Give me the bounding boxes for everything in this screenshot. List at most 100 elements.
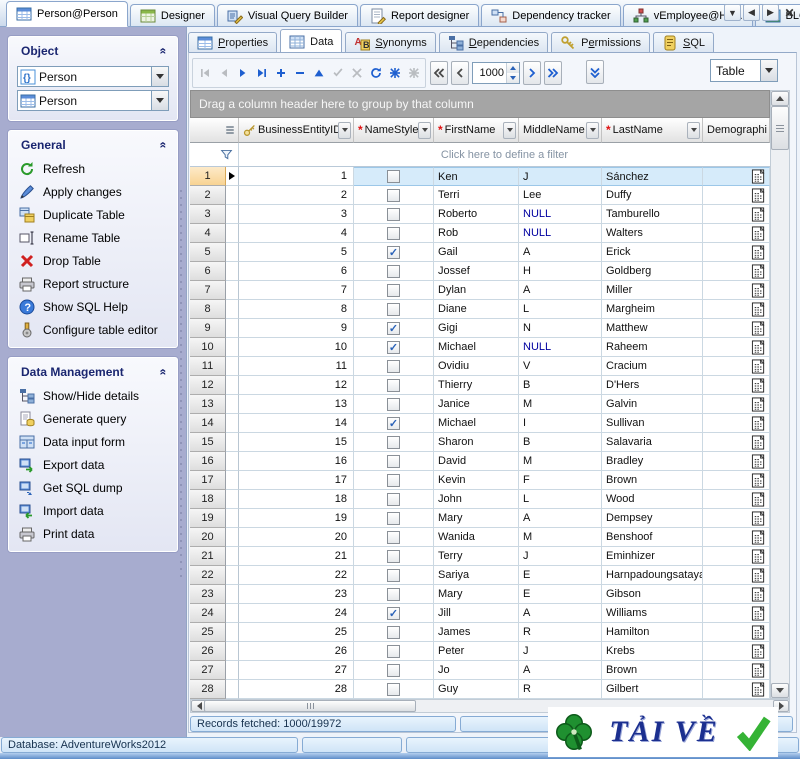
cell-lastname[interactable]: Hamilton <box>602 623 703 642</box>
cell-namestyle[interactable]: ✓ <box>354 414 434 433</box>
row-number-cell[interactable]: 12 <box>190 376 226 395</box>
blob-document-icon[interactable] <box>751 359 766 374</box>
chevron-down-icon[interactable] <box>151 91 168 110</box>
spin-down-button[interactable] <box>507 73 519 83</box>
column-header-lastname[interactable]: *LastName <box>602 118 703 143</box>
sidebar-item-rename-table[interactable]: Rename Table <box>9 226 177 249</box>
blob-document-icon[interactable] <box>751 663 766 678</box>
window-tab-report-designer[interactable]: Report designer <box>360 4 479 26</box>
table-row[interactable]: 2121TerryJEminhizer <box>190 547 770 566</box>
blob-document-icon[interactable] <box>751 454 766 469</box>
cell-middlename[interactable]: A <box>519 661 602 680</box>
sidebar-item-apply-changes[interactable]: Apply changes <box>9 180 177 203</box>
cell-middlename[interactable]: E <box>519 566 602 585</box>
table-row[interactable]: 1212ThierryBD'Hers <box>190 376 770 395</box>
cell-demographics[interactable] <box>703 167 770 186</box>
cell-lastname[interactable]: Raheem <box>602 338 703 357</box>
blob-document-icon[interactable] <box>751 283 766 298</box>
namestyle-checkbox[interactable] <box>387 664 400 677</box>
cell-lastname[interactable]: Erick <box>602 243 703 262</box>
cell-businessentityid[interactable]: 15 <box>239 433 354 452</box>
row-number-cell[interactable]: 18 <box>190 490 226 509</box>
cell-namestyle[interactable] <box>354 205 434 224</box>
table-row[interactable]: 99✓GigiNMatthew <box>190 319 770 338</box>
cell-lastname[interactable]: Bradley <box>602 452 703 471</box>
cell-firstname[interactable]: Thierry <box>434 376 519 395</box>
table-row[interactable]: 55✓GailAErick <box>190 243 770 262</box>
namestyle-checkbox[interactable]: ✓ <box>387 341 400 354</box>
blob-document-icon[interactable] <box>751 568 766 583</box>
sidebar-item-data-input-form[interactable]: Data input form <box>9 430 177 453</box>
row-number-cell[interactable]: 2 <box>190 186 226 205</box>
object-panel-header[interactable]: Object « <box>9 37 177 63</box>
collapse-icon[interactable]: « <box>157 48 171 55</box>
cell-firstname[interactable]: Rob <box>434 224 519 243</box>
edit-record-button[interactable] <box>309 61 328 85</box>
cell-demographics[interactable] <box>703 623 770 642</box>
row-number-cell[interactable]: 3 <box>190 205 226 224</box>
cell-lastname[interactable]: Goldberg <box>602 262 703 281</box>
row-number-cell[interactable]: 11 <box>190 357 226 376</box>
cell-lastname[interactable]: Williams <box>602 604 703 623</box>
cell-namestyle[interactable] <box>354 433 434 452</box>
cell-demographics[interactable] <box>703 224 770 243</box>
cell-businessentityid[interactable]: 4 <box>239 224 354 243</box>
blob-document-icon[interactable] <box>751 682 766 697</box>
cell-businessentityid[interactable]: 26 <box>239 642 354 661</box>
column-header-middlename[interactable]: MiddleName <box>519 118 602 143</box>
cell-firstname[interactable]: Kevin <box>434 471 519 490</box>
cell-namestyle[interactable] <box>354 262 434 281</box>
namestyle-checkbox[interactable] <box>387 436 400 449</box>
next-record-button[interactable] <box>233 61 252 85</box>
cell-firstname[interactable]: Wanida <box>434 528 519 547</box>
namestyle-checkbox[interactable]: ✓ <box>387 417 400 430</box>
cancel-edit-button[interactable] <box>347 61 366 85</box>
namestyle-checkbox[interactable] <box>387 474 400 487</box>
sidebar-item-show-hide-details[interactable]: Show/Hide details <box>9 384 177 407</box>
blob-document-icon[interactable] <box>751 530 766 545</box>
cell-demographics[interactable] <box>703 205 770 224</box>
window-tab-visual-query-builder[interactable]: Visual Query Builder <box>217 4 358 26</box>
cell-namestyle[interactable] <box>354 376 434 395</box>
grid-corner-cell[interactable] <box>190 118 239 143</box>
namestyle-checkbox[interactable] <box>387 531 400 544</box>
row-number-cell[interactable]: 24 <box>190 604 226 623</box>
namestyle-checkbox[interactable] <box>387 493 400 506</box>
cell-firstname[interactable]: Jill <box>434 604 519 623</box>
insert-record-button[interactable] <box>271 61 290 85</box>
filter-icon[interactable] <box>220 148 233 161</box>
cell-lastname[interactable]: Harnpadoungsataya <box>602 566 703 585</box>
last-block-button[interactable] <box>544 61 562 85</box>
cell-businessentityid[interactable]: 2 <box>239 186 354 205</box>
vertical-scrollbar-thumb[interactable] <box>771 106 789 150</box>
cell-middlename[interactable]: A <box>519 281 602 300</box>
namestyle-checkbox[interactable] <box>387 626 400 639</box>
sidebar-item-refresh[interactable]: Refresh <box>9 157 177 180</box>
scroll-tabs-right-button[interactable]: ▶ <box>762 4 779 21</box>
table-row[interactable]: 33RobertoNULLTamburello <box>190 205 770 224</box>
row-number-cell[interactable]: 23 <box>190 585 226 604</box>
cell-firstname[interactable]: Mary <box>434 509 519 528</box>
row-number-cell[interactable]: 19 <box>190 509 226 528</box>
cell-middlename[interactable]: A <box>519 604 602 623</box>
row-number-cell[interactable]: 9 <box>190 319 226 338</box>
chevron-down-icon[interactable] <box>760 60 777 81</box>
namestyle-checkbox[interactable]: ✓ <box>387 322 400 335</box>
column-filter-dropdown[interactable] <box>338 122 351 139</box>
column-header-demographics[interactable]: Demographics <box>703 118 770 143</box>
row-number-cell[interactable]: 5 <box>190 243 226 262</box>
row-number-cell[interactable]: 22 <box>190 566 226 585</box>
row-number-cell[interactable]: 8 <box>190 300 226 319</box>
row-number-cell[interactable]: 27 <box>190 661 226 680</box>
cell-middlename[interactable]: NULL <box>519 338 602 357</box>
cell-businessentityid[interactable]: 21 <box>239 547 354 566</box>
cell-namestyle[interactable]: ✓ <box>354 243 434 262</box>
cell-middlename[interactable]: A <box>519 509 602 528</box>
row-number-cell[interactable]: 1 <box>190 167 226 186</box>
table-row[interactable]: 2323MaryEGibson <box>190 585 770 604</box>
window-tab-dependency-tracker[interactable]: Dependency tracker <box>481 4 620 26</box>
table-row[interactable]: 1010✓MichaelNULLRaheem <box>190 338 770 357</box>
cell-middlename[interactable]: Lee <box>519 186 602 205</box>
blob-document-icon[interactable] <box>751 188 766 203</box>
table-row[interactable]: 2020WanidaMBenshoof <box>190 528 770 547</box>
